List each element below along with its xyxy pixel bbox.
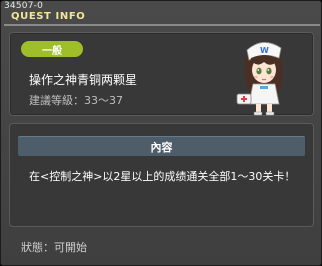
level-requirement: 建議等級：33～37 bbox=[29, 94, 123, 107]
svg-text:W: W bbox=[260, 46, 269, 55]
quest-id-label: 34507-0 bbox=[4, 1, 44, 11]
quest-status: 狀態：可開始 bbox=[21, 241, 87, 254]
quest-category-badge: 一般 bbox=[21, 41, 83, 57]
quest-info-window: 34507-0 QUEST INFO 一般 操作之神青铜两颗星 建議等級：33～… bbox=[0, 0, 322, 266]
content-header: 內容 bbox=[18, 136, 305, 156]
npc-nurse-portrait: W bbox=[236, 42, 283, 116]
title-divider bbox=[4, 24, 320, 26]
window-title: QUEST INFO bbox=[11, 11, 86, 22]
quest-name: 操作之神青铜两颗星 bbox=[29, 73, 138, 87]
quest-description: 在<控制之神>以2星以上的成绩通关全部1～30关卡！ bbox=[29, 170, 296, 183]
